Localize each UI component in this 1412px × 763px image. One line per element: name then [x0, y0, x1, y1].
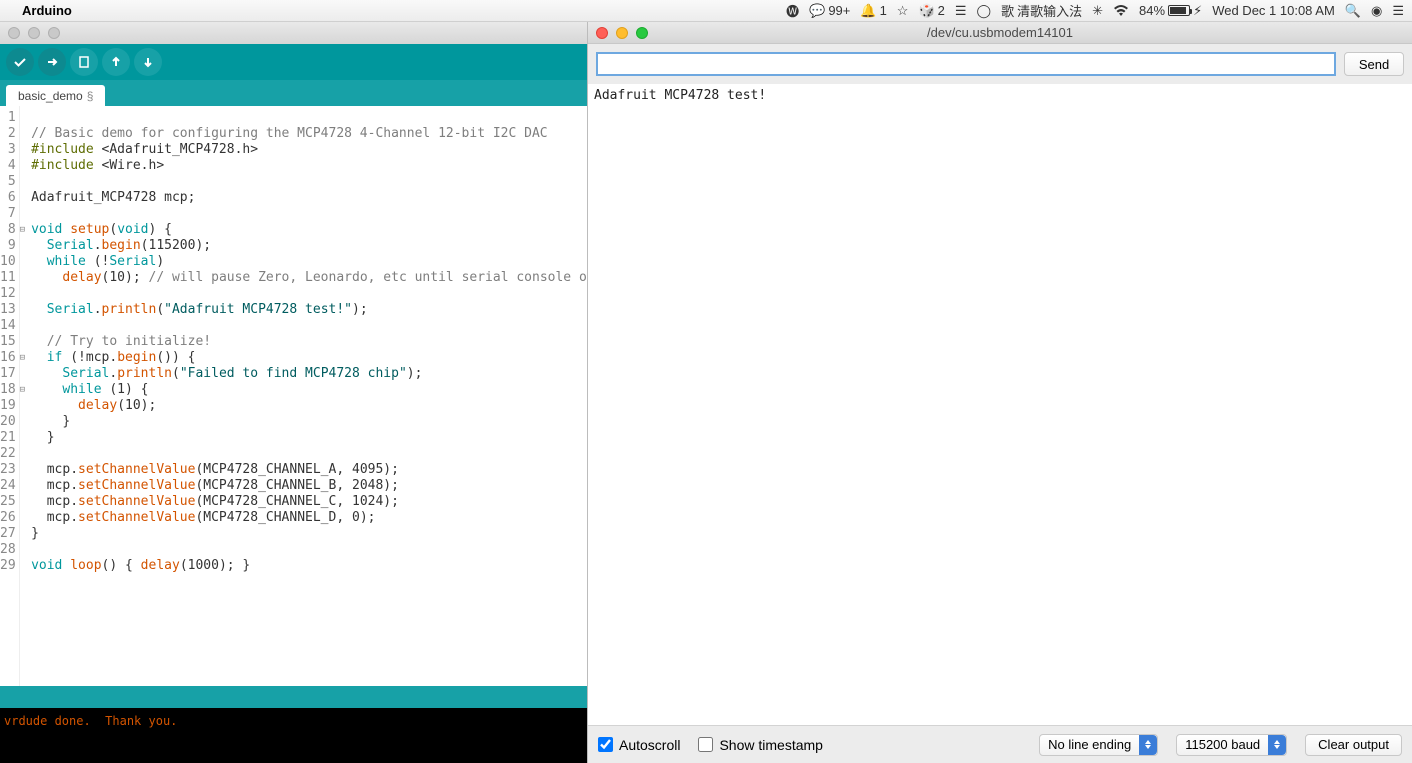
tab-modified-icon: § [87, 89, 94, 103]
ide-toolbar [0, 44, 587, 80]
circle-icon[interactable]: ◯ [977, 3, 992, 19]
dice-icon[interactable]: 🎲2 [918, 3, 944, 19]
clock[interactable]: Wed Dec 1 10:08 AM [1212, 3, 1335, 18]
arduino-ide-window: basic_demo § 123456789101112131415161718… [0, 22, 588, 763]
spotlight-icon[interactable]: 🔍 [1345, 3, 1361, 19]
chevron-updown-icon [1268, 735, 1286, 755]
code-area[interactable]: // Basic demo for configuring the MCP472… [25, 106, 587, 686]
siri-icon[interactable]: ◉ [1371, 3, 1382, 19]
serial-close-icon[interactable] [596, 27, 608, 39]
serial-monitor-window: /dev/cu.usbmodem14101 Send Adafruit MCP4… [588, 22, 1412, 763]
wechat-icon[interactable]: 💬 99+ [809, 3, 850, 19]
serial-bottom-bar: Autoscroll Show timestamp No line ending… [588, 725, 1412, 763]
ide-minimize-icon[interactable] [28, 27, 40, 39]
chevron-updown-icon [1139, 735, 1157, 755]
ime-icon[interactable]: 歌 清歌输入法 [1001, 1, 1082, 20]
serial-input-row: Send [588, 44, 1412, 84]
star-icon[interactable]: ☆ [897, 3, 909, 19]
bell-icon[interactable]: 🔔1 [860, 3, 886, 19]
serial-titlebar[interactable]: /dev/cu.usbmodem14101 [588, 22, 1412, 44]
line-number-gutter: 1234567891011121314151617181920212223242… [0, 106, 20, 686]
ide-titlebar[interactable] [0, 22, 587, 44]
serial-zoom-icon[interactable] [636, 27, 648, 39]
line-ending-select[interactable]: No line ending [1039, 734, 1158, 756]
tab-basic-demo[interactable]: basic_demo § [6, 85, 105, 106]
show-timestamp-checkbox[interactable]: Show timestamp [698, 737, 822, 753]
battery-indicator[interactable]: 84% ⚡︎ [1139, 3, 1202, 19]
save-button[interactable] [134, 48, 162, 76]
serial-input[interactable] [596, 52, 1336, 76]
tab-label: basic_demo [18, 89, 83, 103]
upload-button[interactable] [38, 48, 66, 76]
autoscroll-checkbox[interactable]: Autoscroll [598, 737, 680, 753]
notification-center-icon[interactable]: ☰ [1392, 3, 1404, 19]
wifi-icon[interactable] [1113, 5, 1129, 17]
new-button[interactable] [70, 48, 98, 76]
send-button[interactable]: Send [1344, 52, 1404, 76]
app-name[interactable]: Arduino [22, 3, 72, 18]
code-editor[interactable]: 1234567891011121314151617181920212223242… [0, 106, 587, 686]
baud-select[interactable]: 115200 baud [1176, 734, 1287, 756]
ide-tab-bar: basic_demo § [0, 80, 587, 106]
ide-zoom-icon[interactable] [48, 27, 60, 39]
ide-status-bar [0, 686, 587, 708]
ide-console[interactable]: vrdude done. Thank you. [0, 708, 587, 763]
sync-icon[interactable]: ✳︎ [1092, 3, 1103, 19]
drives-icon[interactable]: ☰ [955, 3, 967, 19]
open-button[interactable] [102, 48, 130, 76]
serial-minimize-icon[interactable] [616, 27, 628, 39]
serial-title: /dev/cu.usbmodem14101 [927, 25, 1073, 40]
verify-button[interactable] [6, 48, 34, 76]
ide-close-icon[interactable] [8, 27, 20, 39]
clear-output-button[interactable]: Clear output [1305, 734, 1402, 756]
menubar-app-icon[interactable]: 🅦 [786, 1, 799, 20]
serial-output[interactable]: Adafruit MCP4728 test! [588, 84, 1412, 725]
mac-menubar: Arduino 🅦 💬 99+ 🔔1 ☆ 🎲2 ☰ ◯ 歌 清歌输入法 ✳︎ 8… [0, 0, 1412, 22]
